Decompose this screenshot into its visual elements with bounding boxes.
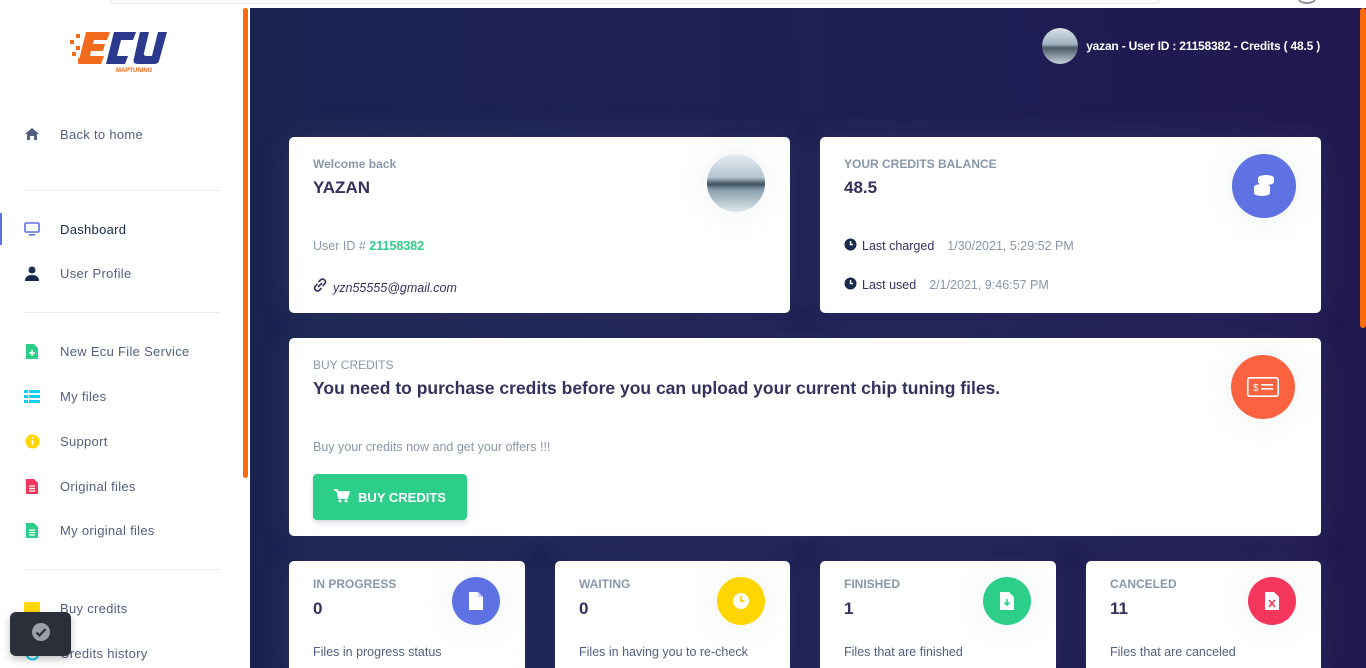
stat-card-waiting: WAITING 0 Files in having you to re-chec… (555, 561, 790, 668)
sidebar-item-label: Support (60, 433, 108, 449)
stat-desc: Files in progress status (313, 645, 442, 659)
main-scrollbar[interactable] (1360, 8, 1366, 328)
main-content: yazan - User ID : 21158382 - Credits ( 4… (250, 8, 1366, 668)
sidebar-item-label: New Ecu File Service (60, 343, 190, 359)
profile-photo[interactable] (707, 154, 765, 212)
buy-credits-subtext: Buy your credits now and get your offers… (313, 440, 551, 454)
cart-icon (334, 488, 351, 506)
file-icon (24, 478, 40, 494)
sidebar-item-back-home[interactable]: Back to home (0, 116, 244, 152)
sidebar-item-support[interactable]: Support (0, 423, 244, 459)
stat-title: FINISHED (844, 577, 901, 591)
stat-title: WAITING (579, 577, 631, 591)
stat-card-in-progress: IN PROGRESS 0 Files in progress status (289, 561, 525, 668)
stat-desc: Files in having you to re-check (579, 645, 748, 659)
user-id-label: User ID # (313, 239, 366, 253)
floating-check-button[interactable] (10, 612, 71, 656)
sidebar-item-label: Credits history (60, 645, 148, 661)
last-charged-label: Last charged (862, 239, 935, 253)
stat-desc: Files that are finished (844, 645, 963, 659)
last-used-label: Last used (862, 278, 917, 292)
sidebar-item-original-files[interactable]: Original files (0, 468, 244, 504)
last-charged-value: 1/30/2021, 5:29:52 PM (947, 239, 1074, 253)
sidebar-divider (24, 312, 220, 313)
sidebar-item-dashboard[interactable]: Dashboard (0, 211, 244, 247)
welcome-card: Welcome back YAZAN User ID # 21158382 yz… (289, 137, 790, 313)
avatar[interactable] (1042, 28, 1079, 64)
brand-logo[interactable]: MAPTUNING (70, 28, 180, 76)
user-name: YAZAN (313, 178, 370, 197)
monitor-icon (24, 221, 40, 237)
email-row: yzn55555@gmail.com (313, 278, 457, 297)
sidebar-divider (24, 190, 220, 191)
user-id-row: User ID # 21158382 (313, 239, 424, 253)
buy-credits-title: BUY CREDITS (313, 358, 394, 372)
last-used-row: Last used 2/1/2021, 9:46:57 PM (844, 277, 1049, 293)
stat-card-canceled: CANCELED 11 Files that are canceled (1086, 561, 1321, 668)
user-email[interactable]: yzn55555@gmail.com (333, 281, 457, 295)
user-id-value: 21158382 (369, 239, 425, 253)
clock-icon (844, 277, 857, 293)
sidebar-scrollbar[interactable] (243, 8, 248, 478)
excel-file-icon (1248, 577, 1296, 625)
last-used-value: 2/1/2021, 9:46:57 PM (929, 278, 1049, 292)
clock-icon (844, 238, 857, 254)
last-charged-row: Last charged 1/30/2021, 5:29:52 PM (844, 238, 1074, 254)
address-bar-edge (110, 0, 1160, 4)
money-bill-icon: $ (1231, 355, 1295, 419)
user-header[interactable]: yazan - User ID : 21158382 - Credits ( 4… (1042, 28, 1320, 64)
sidebar-item-label: User Profile (60, 265, 132, 281)
sidebar: MAPTUNING Back to home Dashboard User Pr… (0, 8, 244, 668)
sidebar-item-label: Dashboard (60, 221, 127, 237)
browser-control-icon (1298, 0, 1316, 4)
sidebar-divider (24, 569, 220, 570)
credits-balance-value: 48.5 (844, 178, 878, 197)
ecu-logo-icon: MAPTUNING (70, 32, 167, 74)
stat-value: 0 (579, 599, 589, 618)
file-plus-icon (24, 343, 40, 359)
credits-balance-card: YOUR CREDITS BALANCE 48.5 Last charged 1… (820, 137, 1321, 313)
welcome-title: Welcome back (313, 157, 397, 171)
stat-title: IN PROGRESS (313, 577, 397, 591)
stat-value: 11 (1110, 599, 1128, 618)
credits-balance-title: YOUR CREDITS BALANCE (844, 157, 997, 171)
sidebar-item-user-profile[interactable]: User Profile (0, 255, 244, 291)
sidebar-item-my-files[interactable]: My files (0, 378, 244, 414)
stat-card-finished: FINISHED 1 Files that are finished (820, 561, 1056, 668)
stat-title: CANCELED (1110, 577, 1177, 591)
sidebar-item-new-ecu-file-service[interactable]: New Ecu File Service (0, 333, 244, 369)
stat-value: 1 (844, 599, 854, 618)
sidebar-item-label: Back to home (60, 126, 144, 142)
coins-icon (1232, 154, 1296, 218)
buy-credits-button-label: BUY CREDITS (358, 489, 446, 505)
sidebar-item-label: My files (60, 388, 107, 404)
home-icon (24, 126, 40, 142)
top-strip (0, 0, 1366, 8)
download-file-icon (983, 577, 1031, 625)
list-icon (24, 388, 40, 404)
stat-value: 0 (313, 599, 323, 618)
svg-text:$: $ (1253, 383, 1259, 394)
user-icon (24, 265, 40, 281)
stat-desc: Files that are canceled (1110, 645, 1236, 659)
sidebar-item-label: Buy credits (60, 600, 128, 616)
svg-text:MAPTUNING: MAPTUNING (116, 68, 153, 74)
sidebar-item-my-original-files[interactable]: My original files (0, 512, 244, 548)
check-circle-icon (31, 622, 51, 647)
user-header-text: yazan - User ID : 21158382 - Credits ( 4… (1086, 39, 1320, 53)
buy-credits-button[interactable]: BUY CREDITS (313, 474, 467, 520)
buy-credits-card: BUY CREDITS You need to purchase credits… (289, 338, 1321, 536)
link-icon (313, 278, 327, 297)
file-icon (452, 577, 500, 625)
info-icon (24, 433, 40, 449)
sidebar-item-label: Original files (60, 478, 136, 494)
sidebar-item-label: My original files (60, 522, 155, 538)
clock-icon (717, 577, 765, 625)
file-text-icon (24, 522, 40, 538)
buy-credits-headline: You need to purchase credits before you … (313, 378, 1001, 398)
